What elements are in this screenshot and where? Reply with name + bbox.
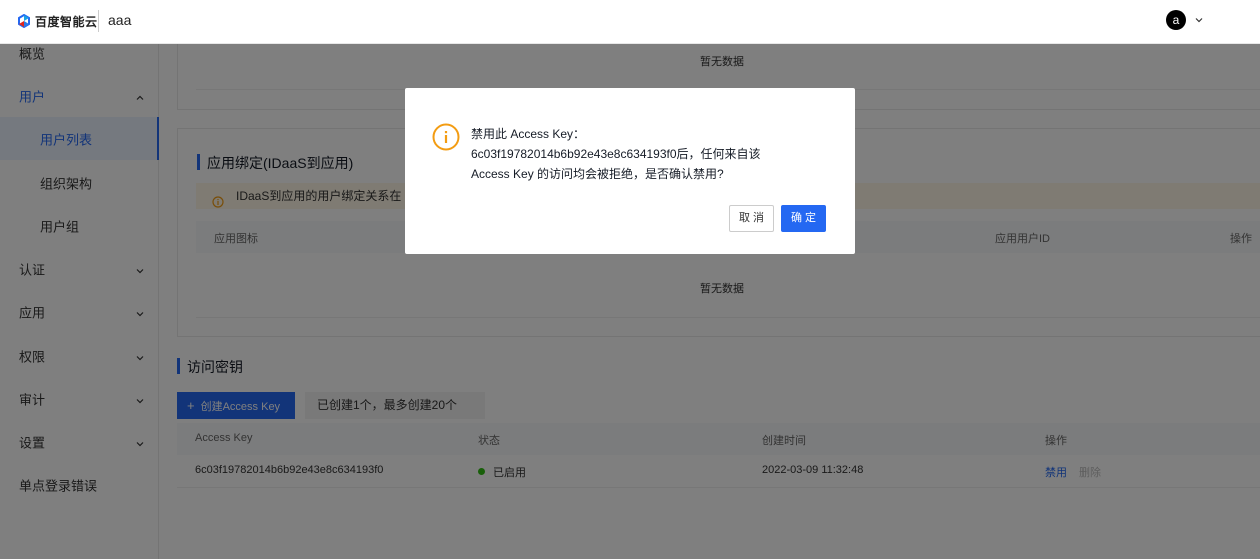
logo-icon	[17, 14, 31, 28]
chevron-down-icon[interactable]	[1194, 14, 1204, 24]
dialog-message: 禁用此 Access Key： 6c03f19782014b6b92e43e8c…	[471, 124, 831, 184]
dialog-line: 6c03f19782014b6b92e43e8c634193f0后，任何来自该	[471, 147, 761, 161]
dialog-line: Access Key 的访问均会被拒绝，是否确认禁用?	[471, 167, 724, 181]
tenant-name: aaa	[108, 12, 132, 28]
top-bar: 百度智能云 aaa a	[0, 0, 1260, 44]
logo-divider	[98, 10, 99, 32]
warning-icon	[432, 123, 460, 151]
logo-text: 百度智能云	[35, 14, 98, 29]
cancel-button[interactable]: 取 消	[729, 205, 774, 232]
brand-logo[interactable]: 百度智能云	[17, 12, 98, 30]
confirm-button[interactable]: 确 定	[781, 205, 826, 232]
confirm-dialog: 禁用此 Access Key： 6c03f19782014b6b92e43e8c…	[405, 88, 855, 254]
dialog-line: 禁用此 Access Key：	[471, 127, 586, 141]
user-avatar[interactable]: a	[1166, 10, 1186, 30]
